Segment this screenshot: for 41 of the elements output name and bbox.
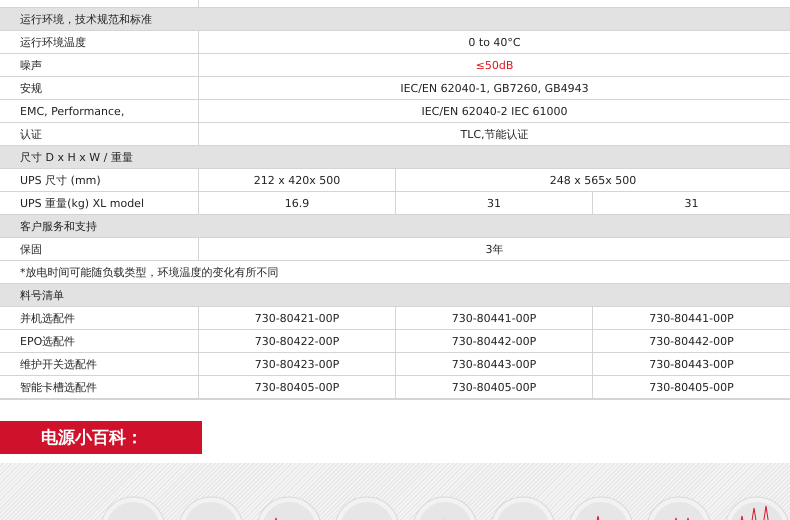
table-cell: IEC/EN 62040-1, GB7260, GB4943 bbox=[198, 77, 790, 99]
table-cell: 730-80421-00P bbox=[198, 307, 395, 329]
row-label: EPO选配件 bbox=[19, 334, 76, 350]
section-heading: 运行环境，技术规范和标准 bbox=[19, 12, 153, 28]
table-cell: 730-80422-00P bbox=[198, 330, 395, 352]
table-cell: 730-80423-00P bbox=[198, 353, 395, 375]
row-label: 保固 bbox=[19, 242, 43, 258]
section-heading: 料号清单 bbox=[19, 288, 65, 304]
table-cell: 730-80405-00P bbox=[198, 376, 395, 398]
table-cell: TLC,节能认证 bbox=[198, 123, 790, 145]
row-label: UPS 重量(kg) XL model bbox=[19, 196, 146, 212]
table-cell: 31 bbox=[592, 192, 790, 214]
table-cell: 16.9 bbox=[198, 192, 395, 214]
section-heading: 尺寸 D x H x W / 重量 bbox=[19, 150, 134, 166]
table-cell: 3年 bbox=[198, 238, 790, 260]
table-cell: 730-80443-00P bbox=[592, 353, 790, 375]
table-cell: 31 bbox=[395, 192, 592, 214]
table-cell: 248 x 565x 500 bbox=[395, 169, 790, 191]
row-label: EMC, Performance, bbox=[19, 104, 126, 120]
row-label: 认证 bbox=[19, 126, 43, 142]
section-heading: 客户服务和支持 bbox=[19, 218, 98, 234]
table-cell: 730-80405-00P bbox=[592, 376, 790, 398]
row-label: 并机选配件 bbox=[19, 310, 76, 326]
table-cell: 730-80443-00P bbox=[395, 353, 592, 375]
row-label: 安规 bbox=[19, 80, 43, 96]
table-cell: 730-80442-00P bbox=[592, 330, 790, 352]
row-label: 噪声 bbox=[19, 58, 43, 74]
table-cell: ≤50dB bbox=[198, 54, 790, 76]
table-cell: 212 x 420x 500 bbox=[198, 169, 395, 191]
row-label: 维护开关选配件 bbox=[19, 356, 98, 372]
table-cell: 730-80405-00P bbox=[395, 376, 592, 398]
section-banner: 电源小百科： bbox=[0, 421, 202, 454]
table-cell: 730-80441-00P bbox=[592, 307, 790, 329]
row-label: 运行环境温度 bbox=[19, 34, 87, 50]
table-cell: 0 to 40°C bbox=[198, 31, 790, 53]
table-cell: IEC/EN 62040-2 IEC 61000 bbox=[198, 100, 790, 122]
row-label: UPS 尺寸 (mm) bbox=[19, 172, 102, 188]
row-label: 智能卡槽选配件 bbox=[19, 380, 98, 396]
table-cell: 730-80442-00P bbox=[395, 330, 592, 352]
table-cell: 730-80441-00P bbox=[395, 307, 592, 329]
footnote: *放电时间可能随负载类型，环境温度的变化有所不同 bbox=[19, 264, 280, 280]
